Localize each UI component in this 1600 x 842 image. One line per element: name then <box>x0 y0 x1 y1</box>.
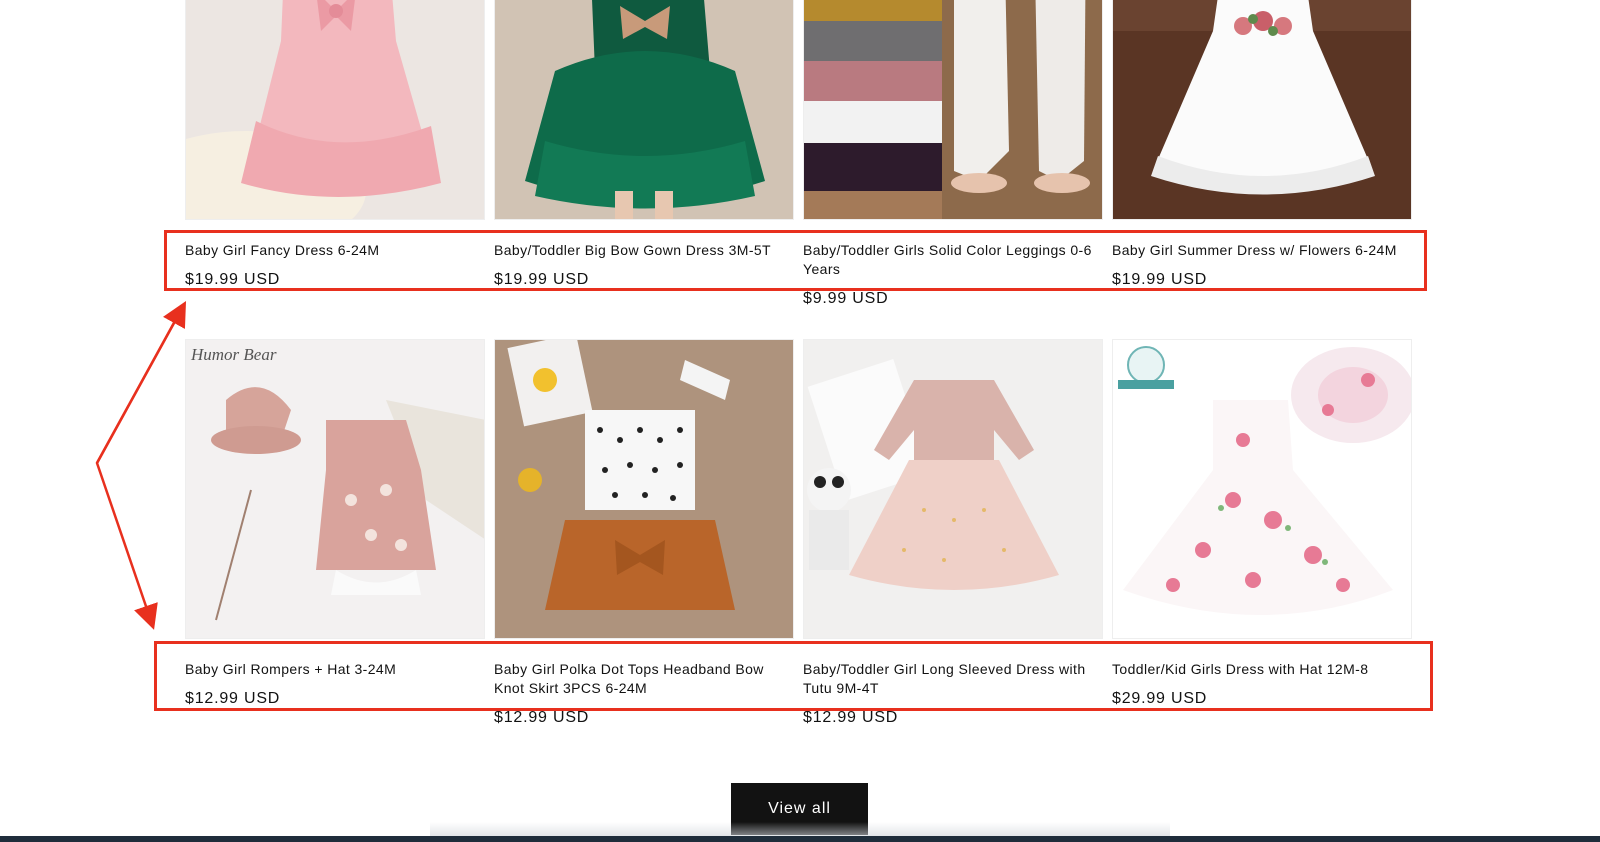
brand-logo: Humor Bear <box>190 345 277 364</box>
product-title[interactable]: Toddler/Kid Girls Dress with Hat 12M-8 <box>1112 660 1412 679</box>
product-card[interactable]: Baby/Toddler Girls Solid Color Leggings … <box>803 0 1103 308</box>
product-price: $12.99 USD <box>803 709 899 726</box>
product-collection-page: Baby Girl Fancy Dress 6-24M $19.99 USD B… <box>0 0 1600 842</box>
product-image-knit-leggings[interactable] <box>803 0 1103 220</box>
product-image-floral-dress-hat[interactable] <box>1112 339 1412 639</box>
product-price: $19.99 USD <box>185 271 281 288</box>
product-image-white-flower-dress[interactable] <box>1112 0 1412 220</box>
product-price: $29.99 USD <box>1112 690 1208 707</box>
bottom-bar <box>0 836 1600 842</box>
product-title[interactable]: Baby/Toddler Girls Solid Color Leggings … <box>803 241 1103 279</box>
product-card[interactable]: Baby Girl Polka Dot Tops Headband Bow Kn… <box>494 339 794 727</box>
annotation-arrow-icon <box>95 301 187 630</box>
product-card[interactable]: Baby/Toddler Big Bow Gown Dress 3M-5T $1… <box>494 0 794 289</box>
product-price: $19.99 USD <box>494 271 590 288</box>
product-title[interactable]: Baby/Toddler Girl Long Sleeved Dress wit… <box>803 660 1103 698</box>
product-title[interactable]: Baby/Toddler Big Bow Gown Dress 3M-5T <box>494 241 794 260</box>
product-image-green-bow-gown[interactable] <box>494 0 794 220</box>
product-image-pink-romper-hat[interactable]: Humor Bear <box>185 339 485 639</box>
product-title[interactable]: Baby Girl Fancy Dress 6-24M <box>185 241 485 260</box>
product-card[interactable]: Humor Bear Baby Girl Rompers + Hat 3-24M… <box>185 339 485 708</box>
product-card[interactable]: Baby Girl Fancy Dress 6-24M $19.99 USD <box>185 0 485 289</box>
product-title[interactable]: Baby Girl Polka Dot Tops Headband Bow Kn… <box>494 660 794 698</box>
product-image-long-sleeve-tutu[interactable] <box>803 339 1103 639</box>
product-price: $19.99 USD <box>1112 271 1208 288</box>
product-title[interactable]: Baby Girl Rompers + Hat 3-24M <box>185 660 485 679</box>
product-image-pink-tulle-dress[interactable] <box>185 0 485 220</box>
product-card[interactable]: Toddler/Kid Girls Dress with Hat 12M-8 $… <box>1112 339 1412 708</box>
product-card[interactable]: Baby Girl Summer Dress w/ Flowers 6-24M … <box>1112 0 1412 289</box>
product-price: $12.99 USD <box>494 709 590 726</box>
product-image-polka-dot-set[interactable] <box>494 339 794 639</box>
product-card[interactable]: Baby/Toddler Girl Long Sleeved Dress wit… <box>803 339 1103 727</box>
product-price: $9.99 USD <box>803 290 889 307</box>
product-title[interactable]: Baby Girl Summer Dress w/ Flowers 6-24M <box>1112 241 1412 260</box>
product-price: $12.99 USD <box>185 690 281 707</box>
